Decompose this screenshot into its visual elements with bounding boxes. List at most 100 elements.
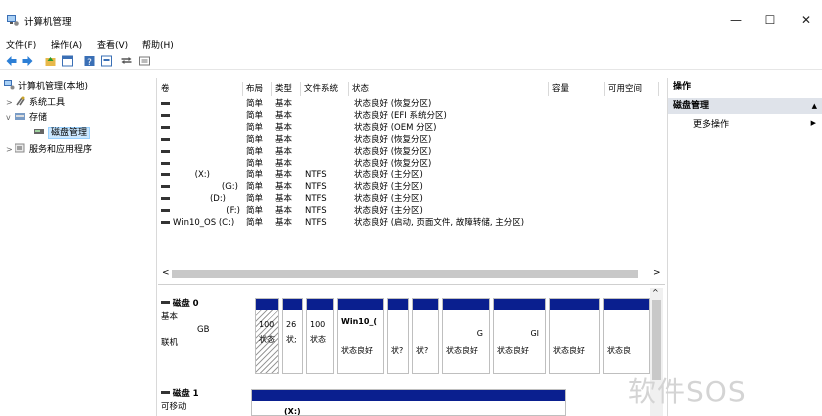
volume-row[interactable]: 简单 基本 状态良好 (恢复分区)	[158, 146, 665, 158]
up-folder-icon[interactable]	[44, 55, 57, 67]
connect-icon[interactable]	[120, 55, 133, 67]
partition-size-label: 100	[310, 320, 326, 329]
volume-status: 状态良好 (恢复分区)	[354, 158, 432, 169]
chevron-right-icon[interactable]: >	[6, 95, 15, 110]
volume-name: (G:)	[221, 182, 238, 193]
volume-layout: 简单	[246, 206, 264, 217]
disk0-header[interactable]: 磁盘 0 基本 GB 联机	[161, 298, 209, 350]
disk0-state: 联机	[161, 338, 179, 348]
scroll-thumb[interactable]	[652, 300, 661, 380]
more-actions[interactable]: 更多操作	[693, 118, 729, 132]
back-icon[interactable]	[5, 55, 18, 67]
volume-row[interactable]: (X:) 简单 基本 NTFS 状态良好 (主分区)	[158, 169, 665, 181]
volume-filesystem: NTFS	[305, 194, 327, 205]
collapse-up-icon[interactable]: ▲	[812, 98, 817, 114]
volume-row[interactable]: 简单 基本 状态良好 (恢复分区)	[158, 98, 665, 110]
menu-file[interactable]: 文件(F)	[6, 38, 36, 51]
actions-section-disk-management[interactable]: 磁盘管理 ▲	[668, 98, 822, 114]
chevron-right-icon[interactable]: >	[6, 142, 15, 157]
disk1-header[interactable]: 磁盘 1 可移动	[161, 388, 199, 414]
column-header-capacity[interactable]: 容量	[549, 82, 605, 96]
menu-view[interactable]: 查看(V)	[97, 38, 128, 51]
disk0-partition[interactable]: 100 状态	[306, 298, 334, 374]
partition-size-label: GI	[530, 329, 539, 338]
disk0-name: 磁盘 0	[172, 299, 199, 309]
menu-action[interactable]: 操作(A)	[51, 38, 82, 51]
volume-icon	[161, 102, 170, 105]
disk-graphical-view: 磁盘 0 基本 GB 联机 100 状态 26 状; 100 状态 Win10_(状态良好 状…	[158, 288, 650, 416]
disk0-partition[interactable]: 状?	[387, 298, 409, 374]
column-header-volume[interactable]: 卷	[158, 82, 243, 96]
submenu-arrow-icon: ▶	[810, 119, 816, 127]
volume-row[interactable]: Win10_OS (C:) 简单 基本 NTFS 状态良好 (启动, 页面文件, 故障转…	[158, 217, 665, 229]
volume-layout: 简单	[246, 182, 264, 193]
partition-status-label: 状态良好	[341, 346, 373, 355]
list-view-icon[interactable]	[138, 55, 151, 67]
disk-icon	[161, 301, 170, 304]
tree-item-disk-management[interactable]: 磁盘管理	[34, 126, 91, 141]
disk1-kind: 可移动	[161, 402, 187, 412]
volume-row[interactable]: 简单 基本 状态良好 (EFI 系统分区)	[158, 110, 665, 122]
volume-filesystem: NTFS	[305, 182, 327, 193]
tree-item-services[interactable]: > 服务和应用程序	[6, 142, 92, 157]
forward-icon[interactable]	[21, 55, 34, 67]
computer-management-icon	[7, 15, 19, 26]
column-header-filesystem[interactable]: 文件系统	[301, 82, 349, 96]
volume-status: 状态良好 (OEM 分区)	[354, 122, 437, 133]
watermark: 软件SOS	[628, 375, 747, 408]
column-header-free-space[interactable]: 可用空间	[605, 82, 659, 96]
maximize-button[interactable]: ☐	[752, 8, 788, 32]
tree-label-storage: 存储	[29, 113, 48, 123]
volume-icon	[161, 125, 170, 129]
scroll-right-icon[interactable]: >	[653, 268, 661, 278]
minimize-button[interactable]: —	[718, 8, 754, 32]
volume-status: 状态良好 (恢复分区)	[354, 134, 432, 145]
chevron-down-icon[interactable]: v	[6, 110, 15, 125]
disk0-kind: 基本	[161, 312, 179, 322]
volume-row[interactable]: (D:) 简单 基本 NTFS 状态良好 (主分区)	[158, 193, 665, 205]
volume-type: 基本	[275, 182, 293, 193]
disk0-partition[interactable]: 状?	[412, 298, 439, 374]
tree-item-storage[interactable]: v 存储	[6, 110, 47, 125]
scroll-up-icon[interactable]: ^	[652, 288, 659, 297]
volume-layout: 简单	[246, 134, 264, 145]
tree-item-system-tools[interactable]: > 系统工具	[6, 95, 65, 110]
disk0-partition[interactable]: GI 状态良好	[493, 298, 546, 374]
column-header-type[interactable]: 类型	[272, 82, 301, 96]
properties-icon[interactable]	[100, 55, 113, 67]
scroll-thumb[interactable]	[172, 270, 638, 278]
partition-size-label: 26	[286, 320, 297, 329]
disk0-partition[interactable]: 状态良	[603, 298, 650, 374]
close-button[interactable]: ✕	[788, 8, 822, 32]
scroll-left-icon[interactable]: <	[162, 268, 170, 278]
column-header-layout[interactable]: 布局	[243, 82, 272, 96]
disk0-partition[interactable]: Win10_(状态良好	[337, 298, 384, 374]
volume-row[interactable]: 简单 基本 状态良好 (恢复分区)	[158, 158, 665, 170]
disk0-partition[interactable]: G 状态良好	[442, 298, 490, 374]
volume-filesystem: NTFS	[305, 170, 327, 181]
menu-help[interactable]: 帮助(H)	[142, 38, 174, 51]
horizontal-scrollbar[interactable]: < >	[158, 268, 665, 280]
volume-row[interactable]: 简单 基本 状态良好 (恢复分区)	[158, 134, 665, 146]
console-tree-icon[interactable]	[61, 55, 74, 67]
volume-row[interactable]: (G:) 简单 基本 NTFS 状态良好 (主分区)	[158, 181, 665, 193]
volume-type: 基本	[275, 158, 293, 169]
tree-item-root[interactable]: 计算机管理(本地)	[4, 80, 88, 95]
volume-type: 基本	[275, 194, 293, 205]
disk0-partition[interactable]: 26 状;	[282, 298, 303, 374]
storage-icon	[15, 113, 25, 120]
help-icon[interactable]: ?	[83, 55, 96, 67]
volume-type: 基本	[275, 99, 293, 109]
volume-layout: 简单	[246, 194, 264, 205]
volume-row[interactable]: 简单 基本 状态良好 (OEM 分区)	[158, 122, 665, 134]
disk1-partition[interactable]: (X:)	[251, 389, 566, 416]
volume-status: 状态良好 (EFI 系统分区)	[354, 110, 447, 121]
partition-status-label: 状态	[310, 335, 326, 344]
volume-row[interactable]: (F:) 简单 基本 NTFS 状态良好 (主分区)	[158, 205, 665, 217]
column-header-status[interactable]: 状态	[349, 82, 549, 96]
disk-management-icon	[34, 129, 44, 134]
volume-type: 基本	[275, 206, 293, 217]
disk0-partition[interactable]: 状态良好	[549, 298, 600, 374]
partition-status-label: 状态良好	[497, 346, 529, 355]
disk0-partition[interactable]: 100 状态	[255, 298, 279, 374]
